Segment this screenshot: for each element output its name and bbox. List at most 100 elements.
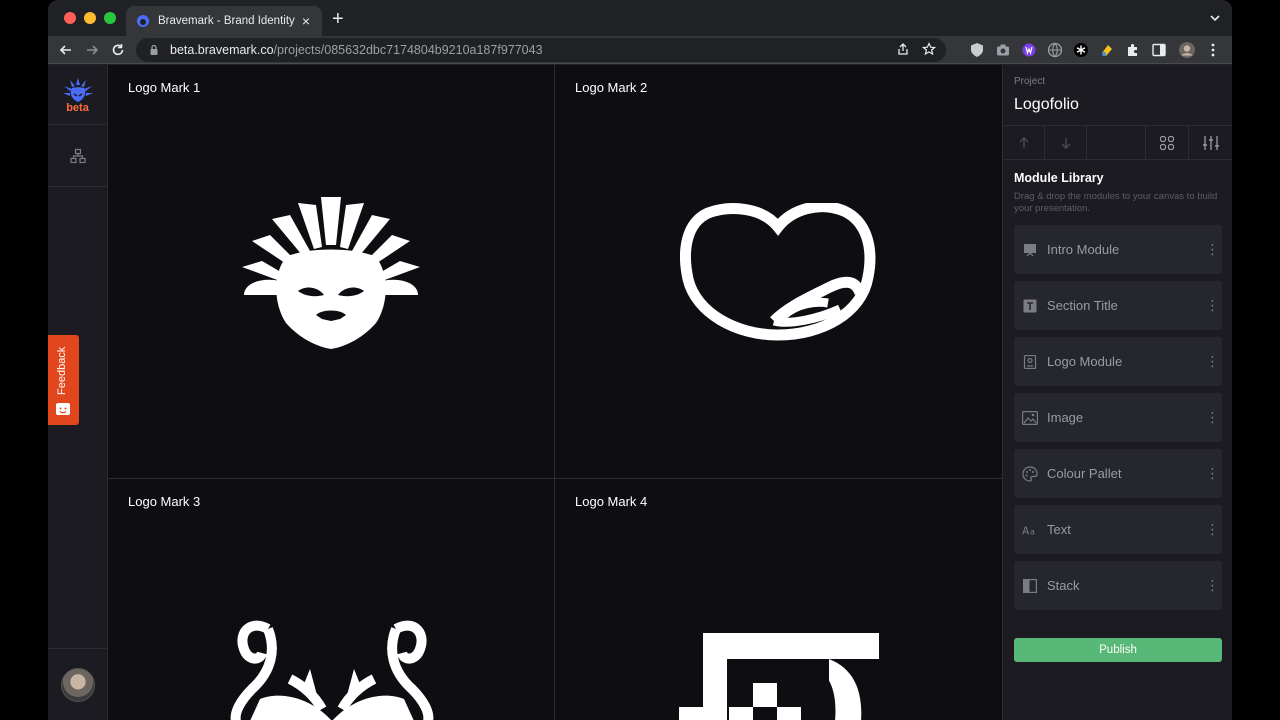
module-library-title: Module Library — [1014, 171, 1104, 185]
sitemap-nav-button[interactable] — [48, 125, 107, 187]
title-icon — [1022, 298, 1038, 314]
browser-toolbar: beta.bravemark.co/projects/085632dbc7174… — [48, 36, 1232, 64]
close-window-button[interactable] — [64, 12, 76, 24]
gift-extension-icon[interactable] — [1098, 41, 1116, 59]
tab-search-chevron-icon[interactable] — [1208, 11, 1222, 25]
more-vertical-icon[interactable]: ⋮ — [1202, 577, 1222, 594]
minimize-window-button[interactable] — [84, 12, 96, 24]
bravemark-lion-icon — [62, 77, 93, 102]
more-vertical-icon[interactable]: ⋮ — [1202, 353, 1222, 370]
logo-cell-1[interactable]: Logo Mark 1 — [108, 65, 555, 479]
bookmark-star-icon[interactable] — [922, 42, 936, 56]
settings-sliders-button[interactable] — [1189, 126, 1232, 160]
image-icon — [1022, 410, 1038, 426]
purple-extension-icon[interactable] — [1020, 41, 1038, 59]
feedback-smile-icon — [56, 403, 70, 415]
lock-icon — [150, 44, 158, 55]
cell-title: Logo Mark 4 — [575, 494, 648, 509]
module-section-title[interactable]: Section Title ⋮ — [1014, 281, 1222, 330]
lion-logo-mark-icon — [242, 197, 420, 349]
profile-avatar-icon[interactable] — [1178, 41, 1196, 59]
user-avatar[interactable] — [60, 667, 95, 702]
address-bar[interactable]: beta.bravemark.co/projects/085632dbc7174… — [136, 38, 946, 62]
module-intro[interactable]: Intro Module ⋮ — [1014, 225, 1222, 274]
browser-tab[interactable]: Bravemark - Brand Identity De × — [126, 6, 322, 36]
stack-icon — [1022, 578, 1038, 594]
share-icon[interactable] — [896, 42, 910, 56]
grid-view-button[interactable] — [1146, 126, 1189, 160]
project-panel: Project Logofolio Module Library Drag & … — [1002, 65, 1232, 720]
globe-extension-icon[interactable] — [1046, 41, 1064, 59]
heart-hand-logo-mark-icon — [680, 203, 876, 341]
ornate-crest-logo-mark-icon — [230, 620, 434, 720]
cell-title: Logo Mark 2 — [575, 80, 648, 95]
browser-menu-icon[interactable] — [1204, 41, 1222, 59]
module-stack[interactable]: Stack ⋮ — [1014, 561, 1222, 610]
bravemark-logo[interactable]: beta — [48, 65, 107, 125]
move-up-button[interactable] — [1003, 126, 1045, 160]
camera-extension-icon[interactable] — [994, 41, 1012, 59]
module-label: Intro Module — [1047, 242, 1120, 257]
logo-module-icon — [1022, 354, 1038, 370]
more-vertical-icon[interactable]: ⋮ — [1202, 297, 1222, 314]
project-name[interactable]: Logofolio — [1014, 96, 1079, 114]
module-logo[interactable]: Logo Module ⋮ — [1014, 337, 1222, 386]
bravemark-favicon-icon — [136, 14, 150, 28]
palette-icon — [1022, 465, 1038, 482]
logo-cell-3[interactable]: Logo Mark 3 — [108, 479, 555, 720]
feedback-label: Feedback — [56, 346, 68, 395]
svg-text:a: a — [1030, 527, 1035, 536]
module-label: Stack — [1047, 578, 1080, 593]
asterisk-extension-icon[interactable] — [1072, 41, 1090, 59]
back-arrow-icon[interactable] — [57, 41, 75, 59]
side-panel-icon[interactable] — [1150, 41, 1168, 59]
tab-strip: Bravemark - Brand Identity De × + — [48, 0, 1232, 36]
move-down-button[interactable] — [1045, 126, 1087, 160]
module-image[interactable]: Image ⋮ — [1014, 393, 1222, 442]
module-label: Image — [1047, 410, 1084, 425]
more-vertical-icon[interactable]: ⋮ — [1202, 241, 1222, 258]
zoom-window-button[interactable] — [104, 12, 116, 24]
sitemap-icon — [69, 148, 86, 163]
forward-arrow-icon[interactable] — [83, 41, 101, 59]
arrow-down-icon — [1061, 138, 1070, 149]
feedback-tab[interactable]: Feedback — [48, 335, 79, 425]
presentation-canvas: Logo Mark 1 Logo Mark 2 Logo Mark 3 Logo… — [108, 65, 1002, 720]
puzzle-extensions-icon[interactable] — [1124, 41, 1142, 59]
module-colour-pallet[interactable]: Colour Pallet ⋮ — [1014, 449, 1222, 498]
module-label: Section Title — [1047, 298, 1118, 313]
arrow-up-icon — [1019, 137, 1028, 148]
presentation-icon — [1022, 242, 1038, 258]
app-area: beta Feedback Logo Mark 1 Logo Mark 2 Lo… — [48, 65, 1232, 720]
grid-icon — [1159, 135, 1175, 151]
tab-close-icon[interactable]: × — [298, 13, 314, 29]
more-vertical-icon[interactable]: ⋮ — [1202, 465, 1222, 482]
logo-cell-2[interactable]: Logo Mark 2 — [555, 65, 1002, 479]
publish-button[interactable]: Publish — [1014, 638, 1222, 662]
cell-title: Logo Mark 1 — [128, 80, 201, 95]
reload-icon[interactable] — [109, 41, 127, 59]
module-label: Text — [1047, 522, 1071, 537]
project-label: Project — [1014, 76, 1046, 87]
cell-title: Logo Mark 3 — [128, 494, 201, 509]
module-library-description: Drag & drop the modules to your canvas t… — [1014, 191, 1218, 214]
url-path: /projects/085632dbc7174804b9210a187f9770… — [273, 43, 543, 57]
module-label: Logo Module — [1047, 354, 1123, 369]
tab-title: Bravemark - Brand Identity De — [158, 15, 298, 27]
module-text[interactable]: Aa Text ⋮ — [1014, 505, 1222, 554]
beta-label: beta — [66, 101, 89, 114]
new-tab-button[interactable]: + — [332, 9, 344, 29]
more-vertical-icon[interactable]: ⋮ — [1202, 409, 1222, 426]
url-host: beta.bravemark.co — [170, 43, 274, 57]
module-label: Colour Pallet — [1047, 466, 1122, 481]
sliders-icon — [1202, 136, 1219, 150]
logo-cell-4[interactable]: Logo Mark 4 — [555, 479, 1002, 720]
svg-text:A: A — [1022, 524, 1030, 537]
panel-toolbar — [1003, 125, 1232, 160]
text-icon: Aa — [1022, 522, 1038, 538]
more-vertical-icon[interactable]: ⋮ — [1202, 521, 1222, 538]
pixel-d-logo-mark-icon — [679, 633, 879, 720]
user-avatar-wrap — [48, 648, 107, 720]
browser-window: Bravemark - Brand Identity De × + beta.b… — [48, 0, 1232, 720]
shield-extension-icon[interactable] — [968, 41, 986, 59]
